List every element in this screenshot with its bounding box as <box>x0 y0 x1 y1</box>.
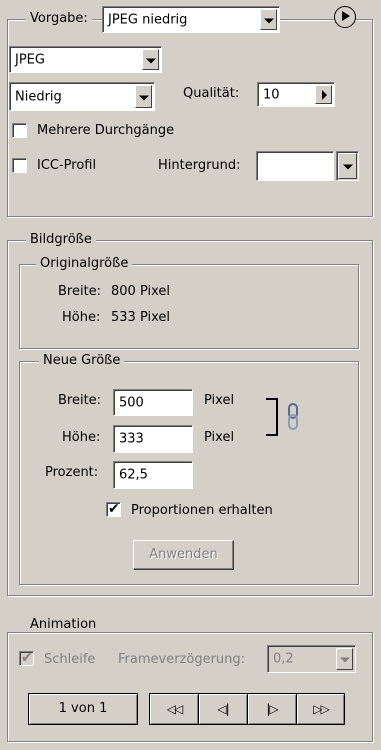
quality-preset-value: Niedrig <box>15 89 62 104</box>
percent-label: Prozent: <box>45 465 99 480</box>
quality-value: 10 <box>263 87 280 102</box>
chevron-down-icon[interactable] <box>338 153 357 179</box>
new-width-label: Breite: <box>58 393 102 408</box>
original-width-value: 800 Pixel <box>111 284 171 299</box>
frame-counter: 1 von 1 <box>28 693 138 725</box>
format-value: JPEG <box>15 52 45 67</box>
frame-delay-value: 0,2 <box>273 651 294 667</box>
first-frame-button[interactable]: ◁◁ <box>149 693 199 725</box>
original-size-group <box>19 264 359 349</box>
chevron-down-icon[interactable] <box>260 9 277 30</box>
frame-delay-dropdown[interactable]: 0,2 <box>267 645 356 673</box>
frame-counter-text: 1 von 1 <box>58 701 108 716</box>
new-height-input[interactable]: 333 <box>113 425 193 453</box>
background-color-field[interactable] <box>256 151 334 181</box>
progressive-checkbox[interactable] <box>12 123 27 138</box>
frame-controls: ◁◁ ◁| |▷ ▷▷ <box>149 693 345 725</box>
progressive-label: Mehrere Durchgänge <box>37 123 175 138</box>
constrain-bracket <box>266 398 278 436</box>
new-height-label: Höhe: <box>62 430 101 445</box>
quality-preset-dropdown[interactable]: Niedrig <box>9 82 155 111</box>
last-frame-button[interactable]: ▷▷ <box>296 693 345 725</box>
new-height-value: 333 <box>119 431 144 447</box>
link-chain-icon <box>288 403 298 430</box>
quality-input[interactable]: 10 <box>257 82 335 107</box>
new-width-value: 500 <box>119 395 144 410</box>
preset-label: Vorgabe: <box>26 11 92 26</box>
chevron-down-icon[interactable] <box>135 85 152 108</box>
icc-profile-checkbox[interactable] <box>12 158 27 173</box>
new-size-title: Neue Größe <box>39 353 125 368</box>
original-height-value: 533 Pixel <box>111 310 171 325</box>
frame-delay-label: Frameverzögerung: <box>118 652 246 667</box>
original-height-label: Höhe: <box>62 310 101 325</box>
new-width-unit: Pixel <box>204 393 235 408</box>
apply-button[interactable]: Anwenden <box>133 540 234 570</box>
preset-dropdown[interactable]: JPEG niedrig <box>102 6 280 33</box>
quality-label: Qualität: <box>183 86 240 101</box>
play-right-icon <box>342 11 350 21</box>
next-frame-button[interactable]: |▷ <box>247 693 297 725</box>
chevron-down-icon[interactable] <box>336 648 353 670</box>
next-frame-icon: |▷ <box>266 702 278 716</box>
background-label: Hintergrund: <box>158 158 241 173</box>
chevron-right-icon[interactable] <box>315 85 332 104</box>
new-height-unit: Pixel <box>204 430 235 445</box>
new-width-input[interactable]: 500 <box>113 389 193 416</box>
original-width-label: Breite: <box>58 284 102 299</box>
first-frame-icon: ◁◁ <box>166 702 184 716</box>
previous-frame-icon: ◁| <box>217 702 229 716</box>
apply-button-label: Anwenden <box>149 547 218 562</box>
original-size-title: Originalgröße <box>36 256 133 271</box>
previous-frame-button[interactable]: ◁| <box>198 693 248 725</box>
loop-label: Schleife <box>44 652 96 667</box>
icc-profile-label: ICC-Profil <box>37 158 97 173</box>
chevron-down-icon[interactable] <box>142 49 159 70</box>
loop-checkbox[interactable]: ✔ <box>19 650 34 666</box>
last-frame-icon: ▷▷ <box>313 702 330 716</box>
image-size-title: Bildgröße <box>26 232 96 247</box>
format-dropdown[interactable]: JPEG <box>9 46 162 73</box>
checkmark-icon: ✔ <box>21 650 33 666</box>
animation-title: Animation <box>26 617 101 632</box>
percent-input[interactable]: 62,5 <box>113 461 193 489</box>
constrain-proportions-checkbox[interactable]: ✔ <box>106 501 121 517</box>
checkmark-icon: ✔ <box>108 501 120 517</box>
percent-value: 62,5 <box>119 467 148 483</box>
preset-value: JPEG niedrig <box>108 12 188 27</box>
constrain-proportions-label: Proportionen erhalten <box>131 503 273 518</box>
background-dropdown-button[interactable] <box>336 151 359 181</box>
options-menu-button[interactable] <box>334 6 356 28</box>
